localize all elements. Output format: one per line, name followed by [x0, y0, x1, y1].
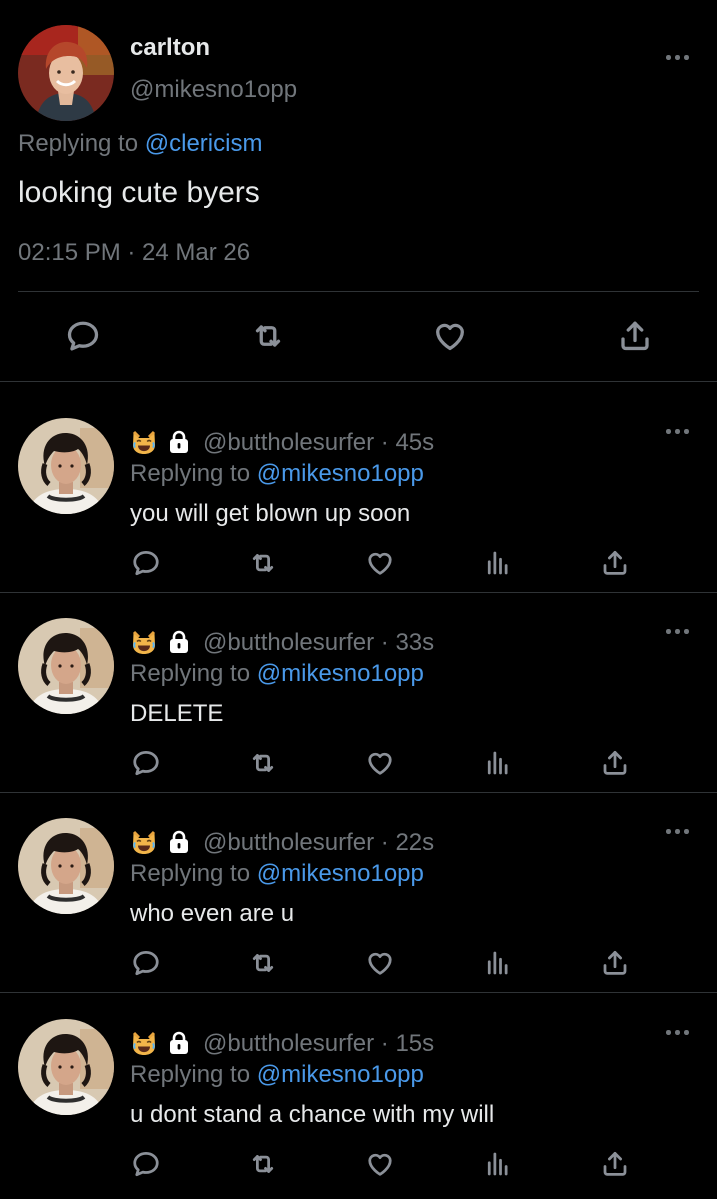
reply-age: · 33s: [380, 629, 435, 656]
tweet-text: looking cute byers: [18, 176, 260, 209]
more-dots-icon[interactable]: [666, 826, 692, 836]
bar-chart-icon[interactable]: [483, 948, 513, 978]
speech-bubble-icon[interactable]: [131, 948, 161, 978]
share-icon[interactable]: [600, 1149, 630, 1179]
reply-tweet[interactable]: @buttholesurfer · 22s Replying to @mikes…: [0, 792, 717, 992]
user-handle[interactable]: @buttholesurfer: [203, 429, 374, 456]
reply-text: you will get blown up soon: [130, 500, 411, 527]
replying-to-label: Replying to: [130, 1061, 251, 1088]
lock-icon: [166, 829, 192, 855]
reply-tweet[interactable]: @buttholesurfer · 15s Replying to @mikes…: [0, 993, 717, 1193]
share-icon[interactable]: [600, 548, 630, 578]
reply-age: · 45s: [380, 429, 435, 456]
reply-tweet[interactable]: @buttholesurfer · 33s Replying to @mikes…: [0, 592, 717, 792]
speech-bubble-icon[interactable]: [131, 548, 161, 578]
lock-icon: [166, 429, 192, 455]
avatar-image: [18, 418, 114, 514]
more-dots-icon[interactable]: [666, 52, 692, 62]
main-tweet[interactable]: carlton @mikesno1opp Replying to @cleric…: [0, 0, 717, 381]
reply-text: who even are u: [130, 900, 295, 927]
bar-chart-icon[interactable]: [483, 548, 513, 578]
more-dots-icon[interactable]: [666, 1027, 692, 1037]
avatar[interactable]: [18, 618, 114, 714]
heart-icon[interactable]: [365, 1149, 395, 1179]
display-name[interactable]: carlton: [130, 34, 210, 62]
replying-to-label: Replying to: [130, 660, 251, 687]
replying-to-line: Replying to @mikesno1opp: [130, 1061, 424, 1089]
handle-and-age[interactable]: @buttholesurfer · 45s: [203, 429, 434, 457]
user-handle[interactable]: @buttholesurfer: [203, 829, 374, 856]
user-handle[interactable]: @buttholesurfer: [203, 629, 374, 656]
heart-icon[interactable]: [365, 748, 395, 778]
retweet-icon[interactable]: [248, 1149, 278, 1179]
avatar[interactable]: [18, 25, 114, 121]
speech-bubble-icon[interactable]: [131, 748, 161, 778]
heart-icon[interactable]: [432, 318, 468, 354]
bar-chart-icon[interactable]: [483, 1149, 513, 1179]
avatar[interactable]: [18, 818, 114, 914]
lock-icon: [166, 1030, 192, 1056]
cat-laughing-emoji: [130, 828, 158, 856]
avatar-image: [18, 618, 114, 714]
lock-icon: [166, 629, 192, 655]
replying-to-line: Replying to @mikesno1opp: [130, 860, 424, 888]
avatar-image: [18, 1019, 114, 1115]
reply-text: u dont stand a chance with my will: [130, 1101, 495, 1128]
replying-to-mention[interactable]: @clericism: [145, 130, 263, 157]
retweet-icon[interactable]: [250, 318, 286, 354]
bar-chart-icon[interactable]: [483, 748, 513, 778]
replying-to-mention[interactable]: @mikesno1opp: [257, 1061, 424, 1088]
divider: [18, 291, 699, 292]
avatar-image: [18, 818, 114, 914]
retweet-icon[interactable]: [248, 748, 278, 778]
replying-to-line: Replying to @mikesno1opp: [130, 460, 424, 488]
cat-laughing-emoji: [130, 628, 158, 656]
more-dots-icon[interactable]: [666, 426, 692, 436]
heart-icon[interactable]: [365, 948, 395, 978]
avatar[interactable]: [18, 1019, 114, 1115]
handle-and-age[interactable]: @buttholesurfer · 33s: [203, 629, 434, 657]
user-handle[interactable]: @mikesno1opp: [130, 76, 297, 104]
tweet-timestamp[interactable]: 02:15 PM · 24 Mar 26: [18, 239, 250, 267]
share-icon[interactable]: [600, 748, 630, 778]
reply-age: · 22s: [380, 829, 435, 856]
speech-bubble-icon[interactable]: [65, 318, 101, 354]
retweet-icon[interactable]: [248, 548, 278, 578]
more-dots-icon[interactable]: [666, 626, 692, 636]
handle-and-age[interactable]: @buttholesurfer · 22s: [203, 829, 434, 857]
replying-to-label: Replying to: [130, 860, 251, 887]
replying-to-label: Replying to: [130, 460, 251, 487]
avatar[interactable]: [18, 418, 114, 514]
replying-to-line: Replying to @mikesno1opp: [130, 660, 424, 688]
heart-icon[interactable]: [365, 548, 395, 578]
replying-to-mention[interactable]: @mikesno1opp: [257, 460, 424, 487]
cat-laughing-emoji: [130, 1029, 158, 1057]
retweet-icon[interactable]: [248, 948, 278, 978]
share-icon[interactable]: [617, 318, 653, 354]
handle-and-age[interactable]: @buttholesurfer · 15s: [203, 1030, 434, 1058]
replying-to-label: Replying to: [18, 130, 139, 157]
cat-laughing-emoji: [130, 428, 158, 456]
replying-to-mention[interactable]: @mikesno1opp: [257, 660, 424, 687]
replying-to-mention[interactable]: @mikesno1opp: [257, 860, 424, 887]
share-icon[interactable]: [600, 948, 630, 978]
user-handle[interactable]: @buttholesurfer: [203, 1030, 374, 1057]
speech-bubble-icon[interactable]: [131, 1149, 161, 1179]
replying-to-line: Replying to @clericism: [18, 130, 262, 158]
reply-text: DELETE: [130, 700, 224, 727]
divider: [0, 381, 717, 382]
avatar-image: [18, 25, 114, 121]
reply-tweet[interactable]: @buttholesurfer · 45s Replying to @mikes…: [0, 392, 717, 592]
reply-age: · 15s: [380, 1030, 435, 1057]
